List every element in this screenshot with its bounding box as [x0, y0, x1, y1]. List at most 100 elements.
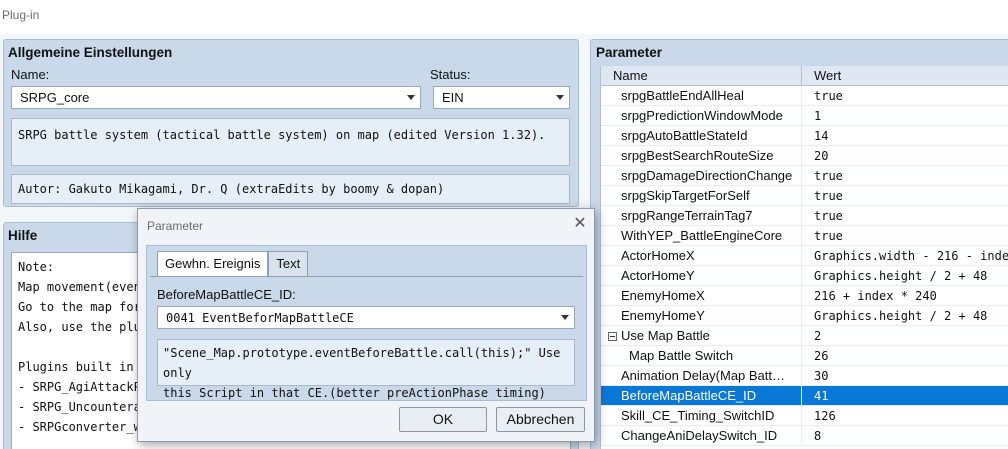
parameter-row[interactable]: ActorHomeY Graphics.height / 2 + 48: [601, 266, 1008, 286]
parameter-name-cell: Use Map Battle: [601, 326, 802, 345]
parameter-name-cell: srpgPredictionWindowMode: [601, 106, 802, 125]
parameter-name: srpgSkipTargetForSelf: [621, 188, 750, 203]
status-select[interactable]: EIN: [433, 86, 570, 109]
parameter-value: 8: [814, 429, 822, 443]
parameter-row[interactable]: Map Battle Switch 26: [601, 346, 1008, 366]
chevron-down-icon: [551, 95, 569, 100]
parameter-row[interactable]: srpgBestSearchRouteSize 20: [601, 146, 1008, 166]
field-label: BeforeMapBattleCE_ID:: [157, 287, 296, 302]
parameter-row[interactable]: Skill_CE_Timing_SwitchID 126: [601, 406, 1008, 426]
column-header-name[interactable]: Name: [601, 66, 802, 85]
parameter-row[interactable]: WithYEP_BattleEngineCore true: [601, 226, 1008, 246]
parameter-row[interactable]: srpgBattleEndAllHeal true: [601, 86, 1008, 106]
common-event-select[interactable]: 0041 EventBeforMapBattleCE: [157, 306, 575, 329]
parameter-row[interactable]: BeforeMapBattleCE_ID 41: [601, 386, 1008, 406]
parameter-name-cell: ActorHomeY: [601, 266, 802, 285]
parameter-value: 41: [814, 389, 829, 403]
close-icon[interactable]: ✕: [572, 216, 588, 232]
parameter-value: 2: [814, 329, 822, 343]
parameter-name-cell: ActorHomeX: [601, 246, 802, 265]
parameter-value: Graphics.width - 216 - index: [814, 249, 1008, 263]
cancel-button[interactable]: Abbrechen: [496, 407, 585, 432]
plugin-name-select[interactable]: SRPG_core: [11, 86, 421, 109]
parameter-name: srpgRangeTerrainTag7: [621, 208, 753, 223]
status-value: EIN: [442, 90, 464, 105]
parameter-row[interactable]: srpgSkipTargetForSelf true: [601, 186, 1008, 206]
parameter-value: 126: [814, 409, 836, 423]
parameter-name: Skill_CE_Timing_SwitchID: [621, 408, 775, 423]
parameter-name: Map Battle Switch: [629, 348, 734, 363]
parameter-value: 1: [814, 109, 822, 123]
parameter-row[interactable]: srpgRangeTerrainTag7 true: [601, 206, 1008, 226]
parameter-name-cell: srpgBattleEndAllHeal: [601, 86, 802, 105]
parameter-name: EnemyHomeY: [621, 308, 705, 323]
ok-button[interactable]: OK: [399, 407, 487, 432]
parameter-value: 26: [814, 349, 829, 363]
parameter-name: srpgBattleEndAllHeal: [621, 88, 744, 103]
parameter-dialog: Parameter ✕ Gewhn. Ereignis Text BeforeM…: [137, 208, 595, 442]
tab-event[interactable]: Gewhn. Ereignis: [157, 251, 269, 276]
parameter-name: srpgBestSearchRouteSize: [621, 148, 774, 163]
parameter-name: WithYEP_BattleEngineCore: [621, 228, 783, 243]
parameter-name: ActorHomeX: [621, 248, 695, 263]
parameter-grid: Name Wert srpgBattleEndAllHeal true srpgPr…: [600, 66, 1008, 449]
parameter-name-cell: Animation Delay(Map Batt…: [601, 366, 802, 385]
parameter-row[interactable]: EnemyHomeX 216 + index * 240: [601, 286, 1008, 306]
parameter-name: Use Map Battle: [621, 328, 710, 343]
parameter-value: 30: [814, 369, 829, 383]
parameter-panel-title: Parameter: [596, 45, 663, 60]
dialog-tabs: Gewhn. Ereignis Text: [157, 251, 309, 276]
parameter-value: Graphics.height / 2 + 48: [814, 309, 988, 323]
parameter-row[interactable]: srpgDamageDirectionChange true: [601, 166, 1008, 186]
parameter-row[interactable]: ActorHomeX Graphics.width - 216 - index: [601, 246, 1008, 266]
general-settings-panel: Allgemeine Einstellungen Name: SRPG_core…: [3, 39, 579, 207]
parameter-value: 14: [814, 129, 829, 143]
parameter-value: 20: [814, 149, 829, 163]
window-titlebar: Plug-in: [0, 0, 1008, 34]
parameter-name: ChangeAniDelaySwitch_ID: [621, 428, 778, 443]
common-event-value: 0041 EventBeforMapBattleCE: [166, 310, 354, 325]
parameter-name-cell: ChangeAniDelaySwitch_ID: [601, 426, 802, 445]
parameter-name-cell: BeforeMapBattleCE_ID: [601, 386, 802, 405]
plugin-description: SRPG battle system (tactical battle syst…: [11, 118, 570, 166]
window-title: Plug-in: [2, 8, 40, 22]
parameter-name: srpgPredictionWindowMode: [621, 108, 783, 123]
parameter-value: true: [814, 209, 843, 223]
parameter-name-cell: srpgRangeTerrainTag7: [601, 206, 802, 225]
parameter-name: srpgDamageDirectionChange: [621, 168, 793, 183]
status-label: Status:: [430, 67, 471, 82]
parameter-name: ActorHomeY: [621, 268, 695, 283]
parameter-grid-body: srpgBattleEndAllHeal true srpgPredictionWi…: [601, 86, 1008, 446]
collapse-icon[interactable]: [608, 332, 617, 341]
parameter-value: 216 + index * 240: [814, 289, 937, 303]
parameter-row[interactable]: srpgPredictionWindowMode 1: [601, 106, 1008, 126]
parameter-value: true: [814, 229, 843, 243]
parameter-value: Graphics.height / 2 + 48: [814, 269, 988, 283]
parameter-name-cell: Map Battle Switch: [601, 346, 802, 365]
parameter-name-cell: EnemyHomeY: [601, 306, 802, 325]
chevron-down-icon: [556, 315, 574, 320]
parameter-name-cell: WithYEP_BattleEngineCore: [601, 226, 802, 245]
dialog-title: Parameter: [147, 219, 204, 233]
parameter-name: Animation Delay(Map Batt…: [621, 368, 786, 383]
parameter-name-cell: EnemyHomeX: [601, 286, 802, 305]
parameter-name: EnemyHomeX: [621, 288, 705, 303]
plugin-author: Autor: Gakuto Mikagami, Dr. Q (extraEdit…: [11, 174, 570, 204]
help-title: Hilfe: [8, 228, 38, 243]
parameter-row[interactable]: ChangeAniDelaySwitch_ID 8: [601, 426, 1008, 446]
parameter-row[interactable]: srpgAutoBattleStateId 14: [601, 126, 1008, 146]
parameter-value: true: [814, 189, 843, 203]
parameter-row[interactable]: Animation Delay(Map Batt… 30: [601, 366, 1008, 386]
plugin-name-value: SRPG_core: [20, 90, 90, 105]
tab-text[interactable]: Text: [268, 251, 309, 276]
name-label: Name:: [11, 67, 50, 82]
parameter-row[interactable]: EnemyHomeY Graphics.height / 2 + 48: [601, 306, 1008, 326]
parameter-value: true: [814, 89, 843, 103]
parameter-name-cell: srpgAutoBattleStateId: [601, 126, 802, 145]
parameter-name: srpgAutoBattleStateId: [621, 128, 748, 143]
parameter-name: BeforeMapBattleCE_ID: [621, 388, 757, 403]
parameter-row[interactable]: Use Map Battle 2: [601, 326, 1008, 346]
parameter-note: "Scene_Map.prototype.eventBeforeBattle.c…: [157, 339, 575, 400]
column-header-value[interactable]: Wert: [802, 66, 841, 85]
dialog-content: Gewhn. Ereignis Text BeforeMapBattleCE_I…: [146, 245, 587, 401]
